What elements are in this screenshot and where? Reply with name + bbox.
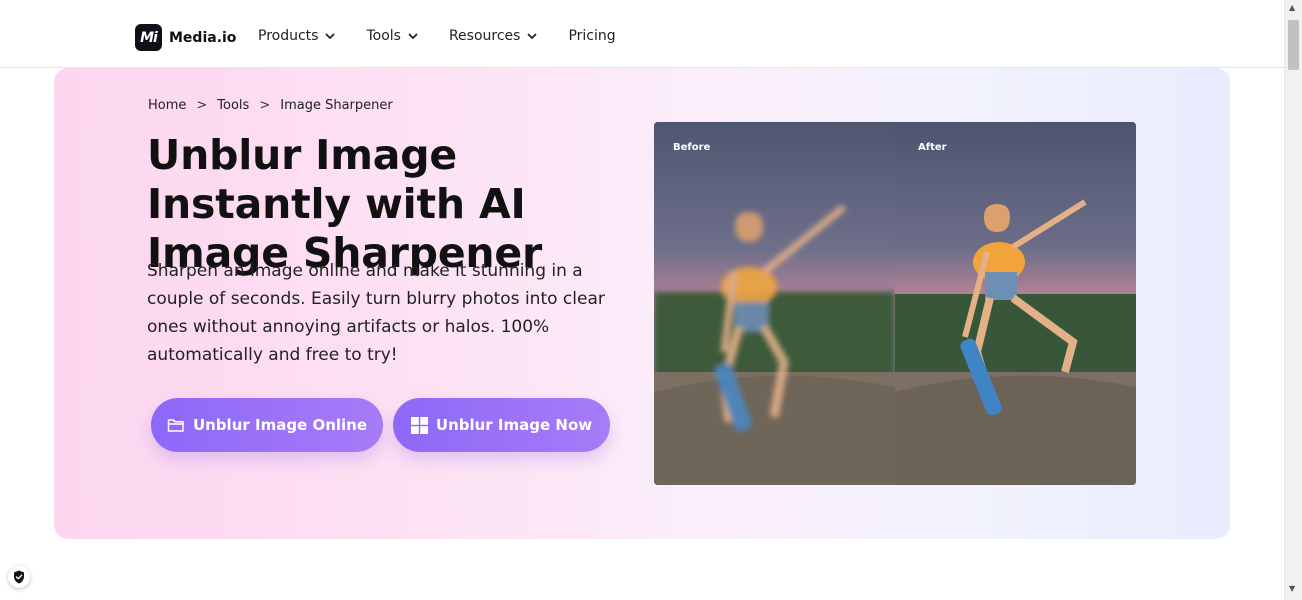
top-navbar: Mi Media.io Products Tools Resources Pri… (0, 0, 1284, 68)
before-after-comparison-image: Before After (654, 122, 1136, 485)
breadcrumb-separator: > (259, 98, 271, 113)
nav-item-tools[interactable]: Tools (366, 28, 419, 44)
folder-icon (167, 417, 185, 433)
nav-menu: Products Tools Resources Pricing (258, 28, 646, 44)
breadcrumb-separator: > (196, 98, 208, 113)
brand-name: Media.io (169, 29, 237, 46)
brand-logo[interactable]: Mi Media.io (135, 24, 236, 51)
after-photo (895, 122, 1136, 485)
scroll-down-arrow-icon[interactable]: ▼ (1289, 585, 1295, 593)
hero-description: Sharpen an image online and make it stun… (147, 261, 605, 365)
shield-check-icon (14, 570, 24, 584)
before-pane: Before (654, 122, 895, 485)
nav-item-pricing[interactable]: Pricing (568, 28, 615, 44)
before-photo (654, 122, 895, 485)
page-title: Unblur Image Instantly with AI Image Sha… (147, 131, 543, 277)
breadcrumb-tools[interactable]: Tools (217, 98, 249, 113)
before-label: Before (673, 142, 711, 153)
unblur-image-now-button[interactable]: Unblur Image Now (393, 398, 610, 452)
chevron-down-icon (326, 33, 335, 39)
chevron-down-icon (408, 33, 418, 39)
nav-item-resources[interactable]: Resources (449, 28, 539, 44)
nav-item-label: Tools (366, 28, 401, 44)
nav-item-products[interactable]: Products (258, 28, 336, 44)
vertical-scrollbar[interactable]: ▲ ▼ (1284, 0, 1302, 600)
page: Mi Media.io Products Tools Resources Pri… (0, 0, 1302, 600)
button-label: Unblur Image Online (192, 416, 368, 434)
breadcrumb: Home > Tools > Image Sharpener (148, 98, 393, 113)
unblur-image-online-button[interactable]: Unblur Image Online (151, 398, 383, 452)
scroll-thumb[interactable] (1288, 20, 1299, 70)
breadcrumb-current: Image Sharpener (280, 98, 393, 113)
logo-mark-icon: Mi (135, 24, 162, 51)
windows-icon (410, 416, 428, 434)
after-label: After (918, 142, 947, 153)
breadcrumb-home[interactable]: Home (148, 98, 186, 113)
after-pane: After (895, 122, 1136, 485)
chevron-down-icon (528, 33, 537, 39)
scroll-up-arrow-icon[interactable]: ▲ (1289, 4, 1295, 12)
nav-item-label: Resources (448, 28, 521, 44)
nav-item-label: Products (258, 28, 319, 44)
nav-item-label: Pricing (568, 28, 616, 44)
button-label: Unblur Image Now (435, 416, 593, 434)
security-badge[interactable] (8, 566, 30, 588)
